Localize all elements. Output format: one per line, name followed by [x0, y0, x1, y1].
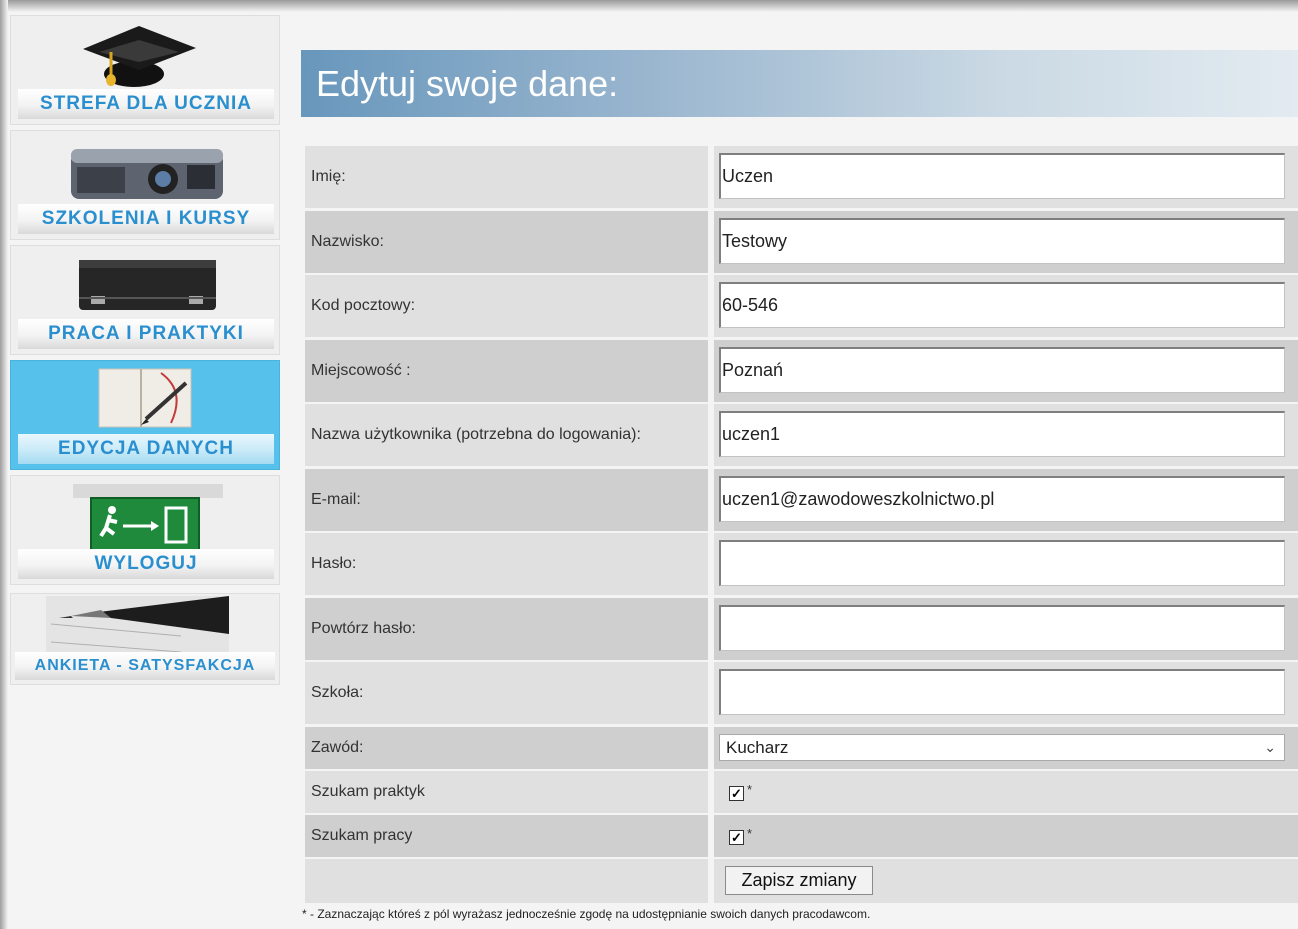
- field-label: Nazwa użytkownika (potrzebna do logowani…: [305, 404, 708, 466]
- nav-item-strefa-dla-ucznia[interactable]: STREFA DLA UCZNIA: [10, 15, 280, 125]
- nav-label: WYLOGUJ: [18, 549, 274, 579]
- page-header: Edytuj swoje dane:: [301, 50, 1298, 117]
- form-row-haslo: Hasło:: [305, 533, 1298, 595]
- nav-item-szkolenia-i-kursy[interactable]: SZKOLENIA I KURSY: [10, 130, 280, 240]
- form-row-email: E-mail:: [305, 469, 1298, 531]
- seeking-internship-checkbox[interactable]: ✓: [729, 786, 744, 801]
- page-title: Edytuj swoje dane:: [316, 63, 619, 104]
- empty-label-cell: [305, 859, 708, 903]
- field-label: Zawód:: [305, 727, 708, 769]
- nav-label: SZKOLENIA I KURSY: [18, 204, 274, 234]
- repeat-password-input[interactable]: [719, 605, 1285, 651]
- form-row-kod-pocztowy: Kod pocztowy:: [305, 275, 1298, 337]
- nav-label: EDYCJA DANYCH: [18, 434, 274, 464]
- pen-icon: [46, 596, 229, 654]
- window-left-shadow: [0, 0, 8, 929]
- field-label: Miejscowość :: [305, 340, 708, 402]
- profession-select-value: Kucharz: [726, 738, 789, 757]
- first-name-input[interactable]: [719, 153, 1285, 199]
- consent-footnote: * - Zaznaczając któreś z pól wyrażasz je…: [302, 907, 871, 921]
- form-row-submit: Zapisz zmiany: [305, 859, 1298, 903]
- username-input[interactable]: [719, 411, 1285, 457]
- city-input[interactable]: [719, 347, 1285, 393]
- last-name-input[interactable]: [719, 218, 1285, 264]
- postal-code-input[interactable]: [719, 282, 1285, 328]
- notebook-pen-icon: [98, 368, 192, 428]
- nav-item-edycja-danych[interactable]: EDYCJA DANYCH: [10, 360, 280, 470]
- field-label: Imię:: [305, 146, 708, 208]
- field-label: Powtórz hasło:: [305, 598, 708, 660]
- field-label: Kod pocztowy:: [305, 275, 708, 337]
- field-label: Szukam praktyk: [305, 771, 708, 813]
- seeking-job-checkbox[interactable]: ✓: [729, 830, 744, 845]
- field-label: Hasło:: [305, 533, 708, 595]
- field-label: Nazwisko:: [305, 211, 708, 273]
- briefcase-icon: [79, 260, 216, 310]
- nav-label: STREFA DLA UCZNIA: [18, 89, 274, 119]
- form-row-szukam-praktyk: Szukam praktyk ✓ *: [305, 771, 1298, 813]
- projector-icon: [71, 149, 223, 199]
- required-marker: *: [747, 782, 753, 797]
- save-changes-button[interactable]: Zapisz zmiany: [725, 866, 873, 895]
- required-marker: *: [747, 826, 753, 841]
- nav-item-ankieta-satysfakcja[interactable]: ANKIETA - SATYSFAKCJA: [10, 593, 280, 685]
- nav-item-praca-i-praktyki[interactable]: PRACA I PRAKTYKI: [10, 245, 280, 355]
- form-row-username: Nazwa użytkownika (potrzebna do logowani…: [305, 404, 1298, 466]
- exit-sign-icon: [73, 484, 223, 551]
- form-row-szukam-pracy: Szukam pracy ✓ *: [305, 815, 1298, 857]
- nav-item-wyloguj[interactable]: WYLOGUJ: [10, 475, 280, 585]
- form-row-szkola: Szkoła:: [305, 662, 1298, 724]
- form-row-zawod: Zawód: Kucharz ⌄: [305, 727, 1298, 769]
- window-top-shadow: [0, 0, 1298, 12]
- form-row-imie: Imię:: [305, 146, 1298, 208]
- form-row-miejscowosc: Miejscowość :: [305, 340, 1298, 402]
- chevron-down-icon: ⌄: [1264, 739, 1276, 755]
- form-row-nazwisko: Nazwisko:: [305, 211, 1298, 273]
- field-label: Szukam pracy: [305, 815, 708, 857]
- profession-select[interactable]: Kucharz ⌄: [719, 734, 1285, 761]
- school-input[interactable]: [719, 669, 1285, 715]
- email-input[interactable]: [719, 476, 1285, 522]
- password-input[interactable]: [719, 540, 1285, 586]
- graduation-cap-icon: [83, 26, 196, 87]
- nav-label: ANKIETA - SATYSFAKCJA: [15, 652, 275, 680]
- field-label: E-mail:: [305, 469, 708, 531]
- form-row-powtorz-haslo: Powtórz hasło:: [305, 598, 1298, 660]
- nav-label: PRACA I PRAKTYKI: [18, 319, 274, 349]
- field-label: Szkoła:: [305, 662, 708, 724]
